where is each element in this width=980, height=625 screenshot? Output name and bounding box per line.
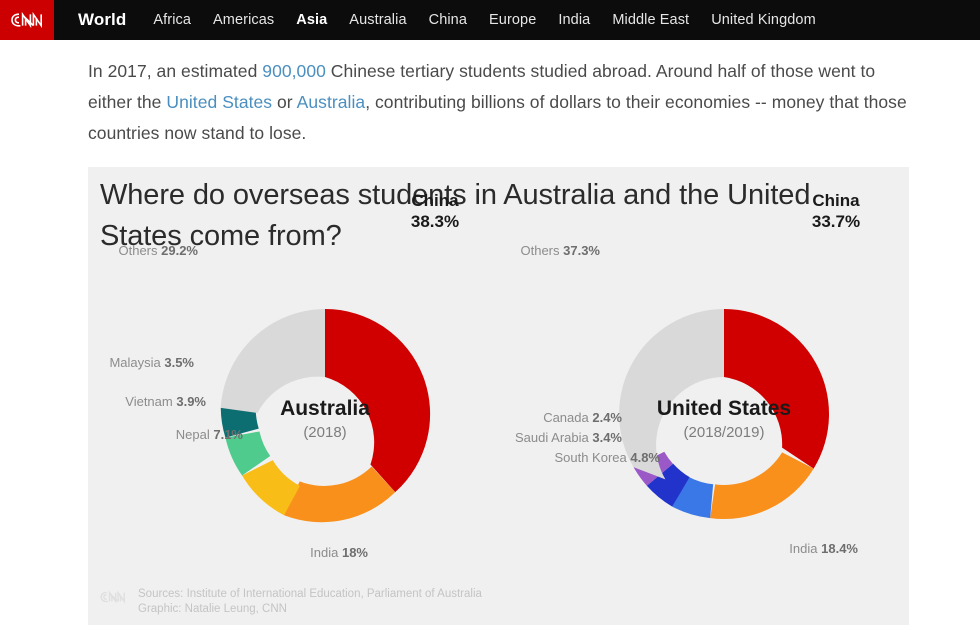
label-us-korea-name: South Korea <box>554 450 627 465</box>
slice-us-india[interactable] <box>710 452 814 520</box>
donut-australia: Australia (2018) <box>220 308 431 523</box>
nav-item-china[interactable]: China <box>418 0 478 40</box>
label-us-others: Others 37.3% <box>520 243 600 258</box>
label-us-saudi-arabia: Saudi Arabia 3.4% <box>515 430 622 445</box>
label-australia-nepal-value: 7.1% <box>213 427 243 442</box>
paragraph-text-1: In 2017, an estimated <box>88 61 263 81</box>
top-navigation-bar: World Africa Americas Asia Australia Chi… <box>0 0 980 40</box>
nav-item-americas[interactable]: Americas <box>202 0 285 40</box>
article-body: In 2017, an estimated 900,000 Chinese te… <box>0 40 980 149</box>
label-us-others-value: 37.3% <box>563 243 600 258</box>
label-us-saudi-name: Saudi Arabia <box>515 430 589 445</box>
chart-graphic-credit: Graphic: Natalie Leung, CNN <box>138 603 287 615</box>
label-australia-vietnam-name: Vietnam <box>125 394 172 409</box>
slice-australia-india[interactable] <box>284 466 396 523</box>
donut-united-states: United States (2018/2019) <box>619 309 830 520</box>
label-australia-others-name: Others <box>118 243 158 258</box>
donut-us-center-label: United States <box>657 397 791 420</box>
nav-item-africa[interactable]: Africa <box>142 0 202 40</box>
cnn-watermark-icon <box>98 589 128 611</box>
nav-item-europe[interactable]: Europe <box>478 0 547 40</box>
label-australia-india: India 18% <box>310 545 368 560</box>
label-australia-nepal: Nepal 7.1% <box>176 427 244 442</box>
label-australia-china-value: 38.3% <box>411 212 459 231</box>
label-us-india-name: India <box>789 541 818 556</box>
label-australia-malaysia: Malaysia 3.5% <box>109 355 194 370</box>
nav-item-united-kingdom[interactable]: United Kingdom <box>700 0 827 40</box>
nav-section-world[interactable]: World <box>69 0 142 40</box>
nav-item-asia[interactable]: Asia <box>285 0 338 40</box>
label-australia-india-name: India <box>310 545 339 560</box>
donut-australia-year-label: (2018) <box>303 424 346 441</box>
slice-us-china[interactable] <box>724 309 830 469</box>
donut-australia-center-label: Australia <box>280 397 370 420</box>
label-australia-malaysia-name: Malaysia <box>109 355 161 370</box>
link-australia[interactable]: Australia <box>297 92 366 112</box>
label-australia-nepal-name: Nepal <box>176 427 210 442</box>
label-us-south-korea: South Korea 4.8% <box>554 450 660 465</box>
link-united-states[interactable]: United States <box>166 92 272 112</box>
article-paragraph: In 2017, an estimated 900,000 Chinese te… <box>88 56 918 149</box>
link-900000[interactable]: 900,000 <box>262 61 326 81</box>
label-australia-vietnam: Vietnam 3.9% <box>125 394 206 409</box>
label-australia-malaysia-value: 3.5% <box>164 355 194 370</box>
label-us-india: India 18.4% <box>789 541 858 556</box>
label-us-saudi-value: 3.4% <box>592 430 622 445</box>
label-us-canada-name: Canada <box>543 410 589 425</box>
label-us-china-value: 33.7% <box>812 212 860 231</box>
paragraph-text-3: or <box>272 92 297 112</box>
chart-footer: Sources: Institute of International Educ… <box>98 587 482 617</box>
label-us-canada: Canada 2.4% <box>543 410 622 425</box>
label-australia-others: Others 29.2% <box>118 243 198 258</box>
label-australia-china-name: China <box>411 191 459 210</box>
donut-us-year-label: (2018/2019) <box>684 424 765 441</box>
donut-charts-svg: Australia (2018) China 38.3% Others 29.2… <box>109 191 860 560</box>
label-us-canada-value: 2.4% <box>592 410 622 425</box>
chart-panel: Where do overseas students in Australia … <box>88 167 909 625</box>
label-australia-vietnam-value: 3.9% <box>176 394 206 409</box>
label-us-china-name: China <box>812 191 860 210</box>
chart-sources: Sources: Institute of International Educ… <box>138 588 482 600</box>
label-us-others-name: Others <box>520 243 560 258</box>
label-australia-india-value: 18% <box>342 545 368 560</box>
chart-credits: Sources: Institute of International Educ… <box>138 587 482 617</box>
label-australia-others-value: 29.2% <box>161 243 198 258</box>
nav-item-middle-east[interactable]: Middle East <box>601 0 700 40</box>
label-us-india-value: 18.4% <box>821 541 858 556</box>
nav-links: World Africa Americas Asia Australia Chi… <box>54 0 827 40</box>
cnn-logo[interactable] <box>0 0 54 40</box>
label-us-korea-value: 4.8% <box>630 450 660 465</box>
nav-item-india[interactable]: India <box>547 0 601 40</box>
nav-item-australia[interactable]: Australia <box>338 0 417 40</box>
